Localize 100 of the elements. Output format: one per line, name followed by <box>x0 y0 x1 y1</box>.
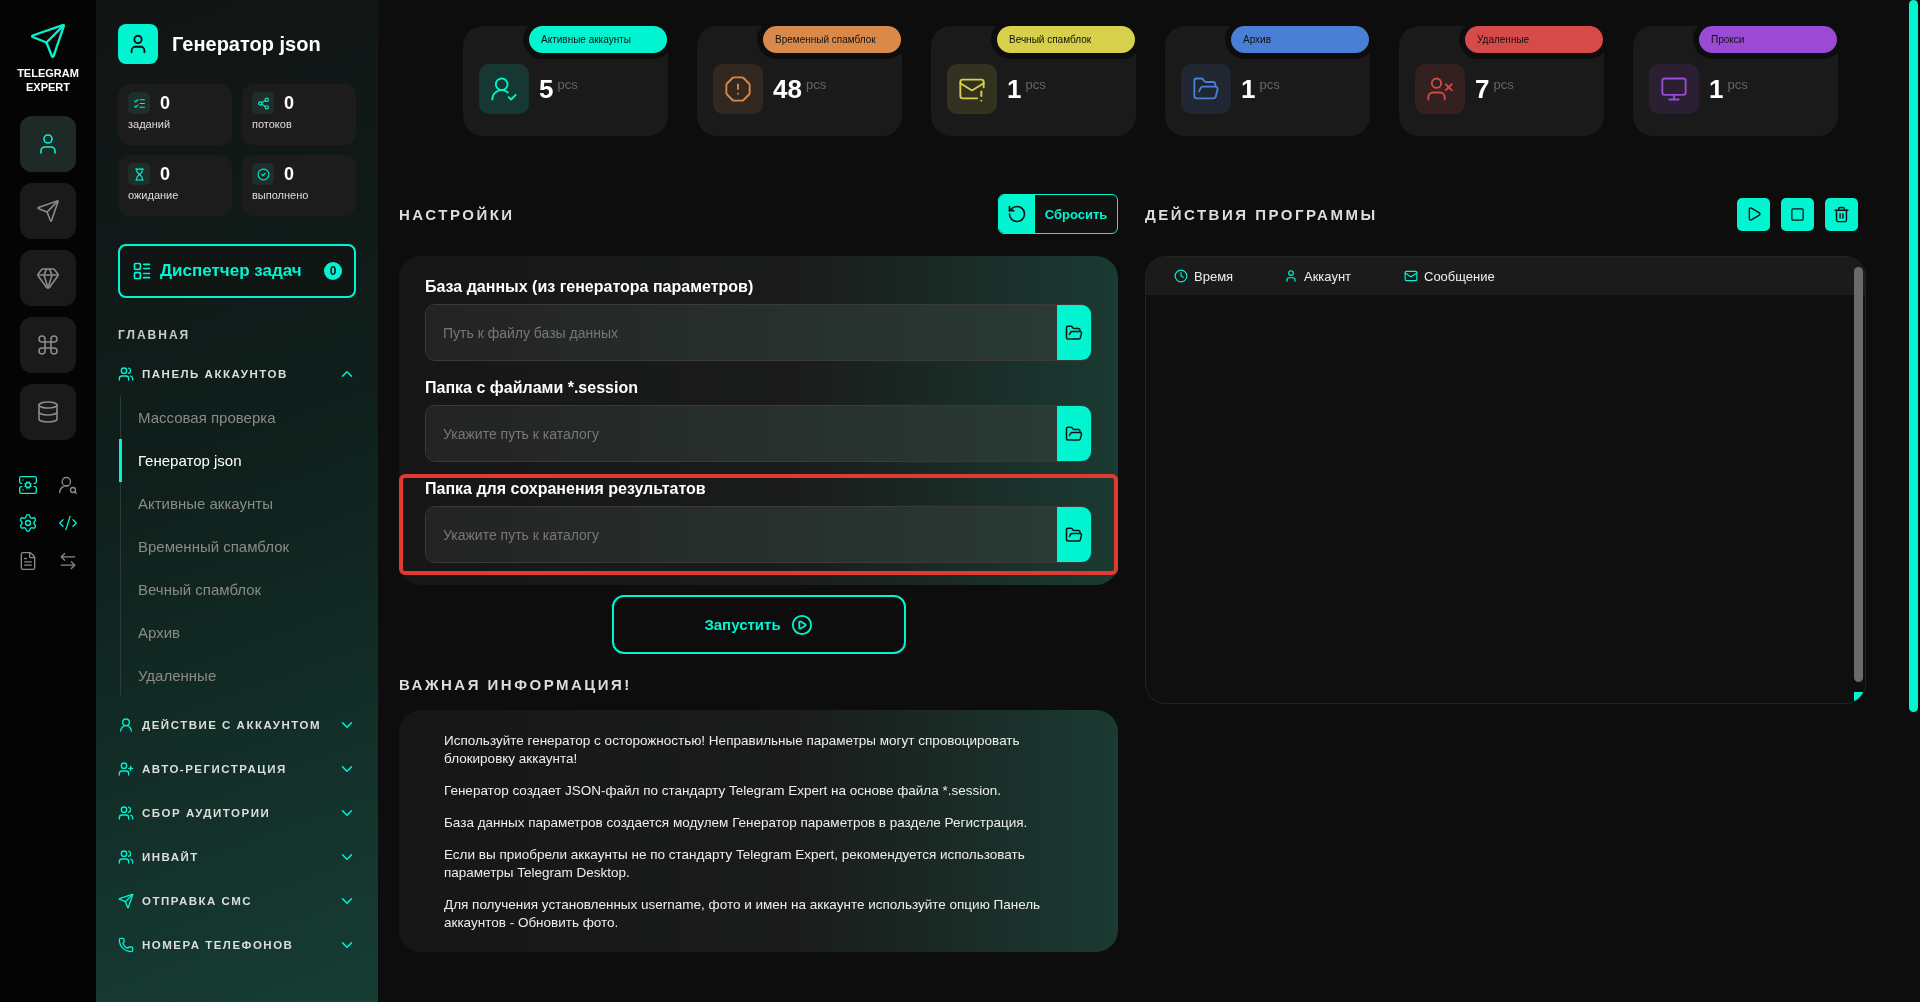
stat-unit: pcs <box>1493 76 1514 94</box>
stat-count: 1 <box>1241 73 1256 106</box>
path-field[interactable]: Укажите путь к каталогу <box>425 506 1092 563</box>
stat-count: 5 <box>539 73 554 106</box>
column-header: Время <box>1194 268 1234 284</box>
info-paragraph: Используйте генератор с осторожностью! Неправильные параметры могут спровоцировать блокировку аккаунта! <box>444 732 1021 768</box>
column-header: Аккаунт <box>1304 268 1352 284</box>
counter-value: 0 <box>284 163 294 185</box>
scrollbar-thumb[interactable] <box>1909 0 1918 712</box>
folder-icon[interactable] <box>1057 507 1091 562</box>
stat-count: 1 <box>1007 73 1022 106</box>
play-button[interactable] <box>1737 197 1770 231</box>
info-paragraph: Для получения установленных username, фото и имен на аккаунте используйте опцию Панель аккаунтов - Обновить фото. <box>444 896 1042 932</box>
info-heading: ВАЖНАЯ ИНФОРМАЦИЯ! <box>399 676 632 693</box>
reset-icon <box>999 195 1035 233</box>
folder-icon <box>1181 64 1231 114</box>
column-header: Сообщение <box>1424 268 1495 284</box>
reset-button[interactable]: Сбросить <box>998 194 1118 234</box>
menu-item[interactable]: Активные аккаунты <box>119 482 356 525</box>
stat-count: 48 <box>773 73 802 106</box>
path-field[interactable]: Путь к файлу базы данных <box>425 304 1092 361</box>
send-icon <box>118 893 134 909</box>
counter-value: 0 <box>160 163 170 185</box>
settings-heading: НАСТРОЙКИ <box>399 205 515 223</box>
counter-label: потоков <box>252 118 293 130</box>
rail-diamond-button[interactable] <box>20 250 76 306</box>
menu-group[interactable]: НОМЕРА ТЕЛЕФОНОВ <box>118 923 356 967</box>
delete-button[interactable] <box>1825 197 1858 231</box>
menu-item[interactable]: Генератор json <box>119 439 356 482</box>
stop-button[interactable] <box>1781 197 1814 231</box>
command-icon <box>36 333 60 357</box>
rail-command-button[interactable] <box>20 317 76 373</box>
send-icon <box>36 199 60 223</box>
monitor-icon <box>1649 64 1699 114</box>
counter-label: заданий <box>128 118 172 130</box>
menu-group[interactable]: АВТО-РЕГИСТРАЦИЯ <box>118 747 356 791</box>
stat-count: 7 <box>1475 73 1490 106</box>
info-paragraph: База данных параметров создается модулем Генератор параметров в разделе Регистрация. <box>444 814 1029 832</box>
menu-item[interactable]: Архив <box>119 611 356 654</box>
field-label: База данных (из генератора параметров) <box>425 278 755 296</box>
page-title: Генератор json <box>172 32 321 56</box>
stop-icon <box>1790 206 1805 222</box>
path-field[interactable]: Укажите путь к каталогу <box>425 405 1092 462</box>
stat-unit: pcs <box>1025 76 1046 94</box>
rail-user-button[interactable] <box>20 116 76 172</box>
run-button[interactable]: Запустить <box>611 595 906 654</box>
menu-group[interactable]: ПАНЕЛЬ АККАУНТОВ <box>118 352 356 396</box>
user-x-icon <box>1415 64 1465 114</box>
menu-group[interactable]: ДЕЙСТВИЕ С АККАУНТОМ <box>118 703 356 747</box>
counter-value: 0 <box>160 92 170 114</box>
brand-name: TELEGRAM EXPERT <box>17 66 79 94</box>
server-icon[interactable] <box>16 473 40 497</box>
scrollbar-thumb[interactable] <box>1854 267 1863 682</box>
menu-item[interactable]: Вечный спамблок <box>119 568 356 611</box>
user-check-icon <box>479 64 529 114</box>
folder-icon[interactable] <box>1057 406 1091 461</box>
trash-icon <box>1833 205 1850 223</box>
section-heading: ГЛАВНАЯ <box>118 328 192 342</box>
user-plus-icon <box>118 761 134 777</box>
users-icon <box>118 849 134 865</box>
user-icon <box>118 24 158 64</box>
log-heading: ДЕЙСТВИЯ ПРОГРАММЫ <box>1145 205 1378 223</box>
info-paragraph: Если вы приобрели аккаунты не по стандарту Telegram Expert, рекомендуется использовать параметры Telegram Desktop. <box>444 846 1026 882</box>
phone-icon <box>118 937 134 953</box>
users-icon <box>118 805 134 821</box>
stat-unit: pcs <box>557 76 578 94</box>
menu-item[interactable]: Временный спамблок <box>119 525 356 568</box>
users-icon <box>118 366 134 382</box>
menu-group[interactable]: ОТПРАВКА СМС <box>118 879 356 923</box>
menu-item[interactable]: Массовая проверка <box>119 396 356 439</box>
stat-unit: pcs <box>805 76 827 94</box>
resize-handle[interactable] <box>1854 692 1863 701</box>
counter-label: выполнено <box>252 189 310 201</box>
share-icon <box>252 92 274 114</box>
task-list-icon <box>132 261 152 281</box>
menu-item[interactable]: Удаленные <box>119 654 356 697</box>
user-icon <box>118 717 134 733</box>
user-icon <box>1284 269 1298 283</box>
counter-label: ожидание <box>128 189 180 201</box>
stat-count: 1 <box>1709 73 1724 106</box>
task-manager-button[interactable]: Диспетчер задач 0 <box>118 244 356 298</box>
counter-value: 0 <box>284 92 294 114</box>
field-label: Папка для сохранения результатов <box>425 480 707 498</box>
folder-icon[interactable] <box>1057 305 1091 360</box>
checklist-icon <box>128 92 150 114</box>
clock-icon <box>1174 269 1188 283</box>
rail-send-button[interactable] <box>20 183 76 239</box>
database-icon <box>36 400 60 424</box>
rail-database-button[interactable] <box>20 384 76 440</box>
menu-group[interactable]: СБОР АУДИТОРИИ <box>118 791 356 835</box>
field-label: Папка с файлами *.session <box>425 379 639 397</box>
menu-group[interactable]: ИНВАЙТ <box>118 835 356 879</box>
stat-unit: pcs <box>1727 76 1748 94</box>
mail-icon <box>1404 269 1418 283</box>
stat-unit: pcs <box>1259 76 1280 94</box>
hourglass-icon <box>128 163 150 185</box>
info-paragraph: Генератор создает JSON-файл по стандарту Telegram Expert на основе файла *.session. <box>444 782 1003 800</box>
task-count: 0 <box>324 262 342 280</box>
play-circle-icon <box>790 613 813 636</box>
mail-warning-icon <box>947 64 997 114</box>
